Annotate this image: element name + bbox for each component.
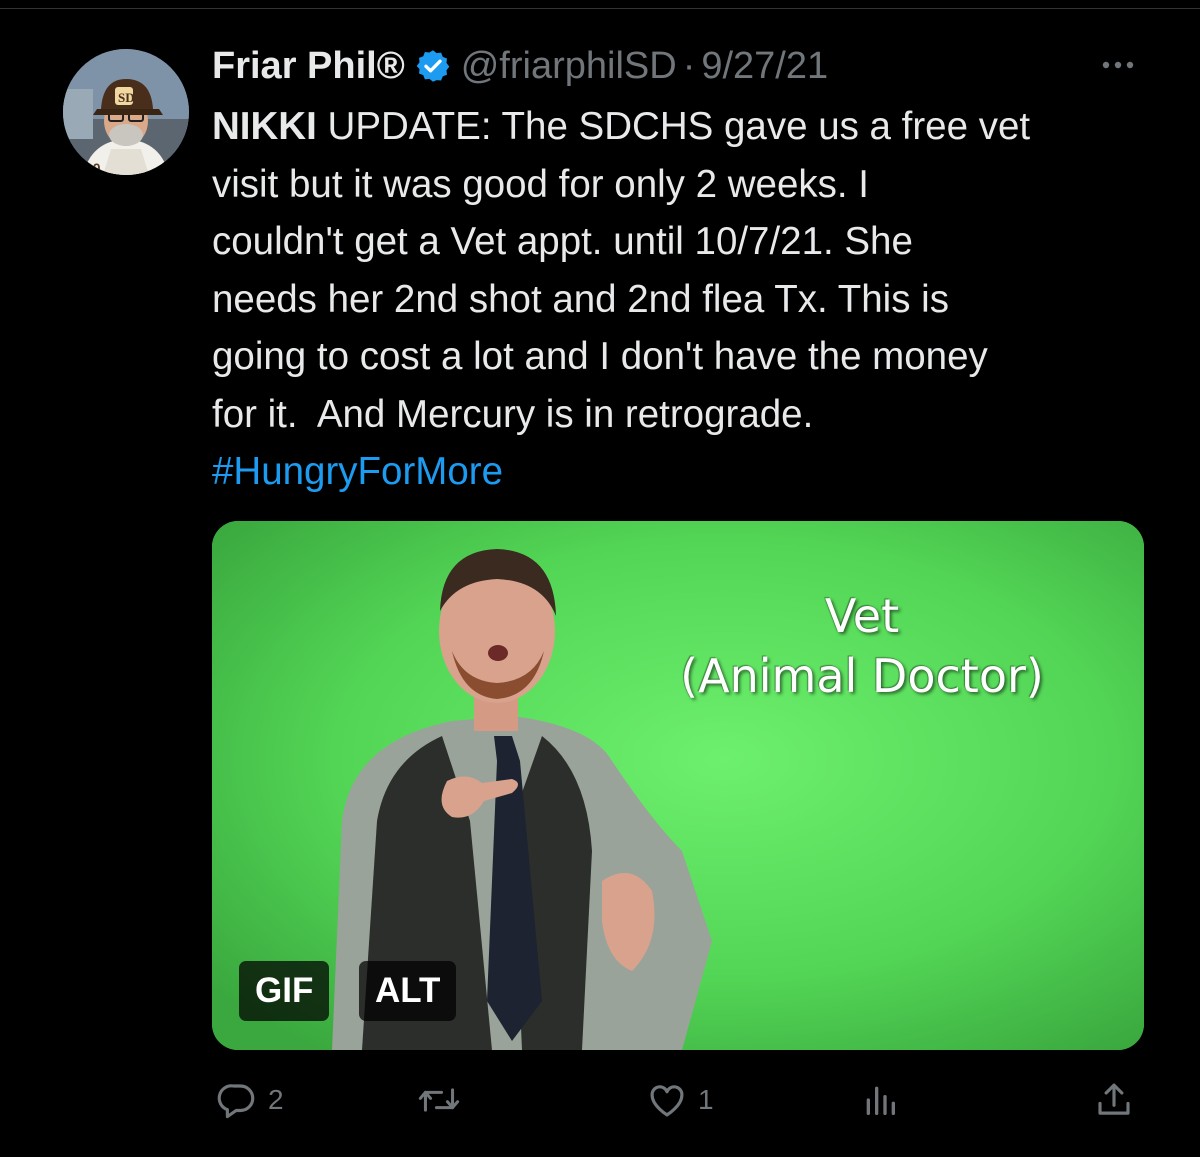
gif-media[interactable]: Vet (Animal Doctor) GIF ALT [212,521,1144,1050]
reply-button[interactable]: 2 [216,1075,284,1125]
share-icon [1093,1079,1135,1121]
reply-count: 2 [268,1084,284,1115]
more-icon[interactable] [1098,50,1138,80]
views-icon [860,1079,900,1121]
tweet-header: Friar Phil® @friarphilSD · 9/27/21 [212,38,828,94]
separator-dot: · [682,44,696,87]
svg-text:SD: SD [118,90,135,105]
like-count: 1 [698,1084,714,1115]
gif-caption-line2: (Animal Doctor) [680,649,1044,703]
svg-text:20: 20 [85,160,101,175]
tweet-text-body: UPDATE: The SDCHS gave us a free vet vis… [212,105,1031,436]
author-handle[interactable]: @friarphilSD [461,45,677,88]
retweet-icon [417,1079,461,1121]
tweet-text-bold: NIKKI [212,105,317,148]
gif-caption: Vet (Animal Doctor) [622,586,1102,706]
avatar[interactable]: 20 SD [63,49,189,175]
action-bar: 2 1 [212,1075,1144,1125]
views-button[interactable] [860,1075,910,1125]
tweet-text: NIKKI UPDATE: The SDCHS gave us a free v… [212,98,1157,501]
gif-badge[interactable]: GIF [239,961,330,1021]
heart-icon [646,1079,688,1121]
retweet-button[interactable] [417,1075,471,1125]
like-button[interactable]: 1 [646,1075,714,1125]
tweet-date[interactable]: 9/27/21 [701,45,828,88]
hashtag-link[interactable]: #HungryForMore [212,450,503,493]
top-divider [0,8,1200,9]
share-button[interactable] [1093,1075,1135,1125]
reply-icon [216,1079,258,1121]
alt-badge[interactable]: ALT [359,961,457,1021]
verified-icon [415,48,451,84]
author-display-name[interactable]: Friar Phil® [212,45,405,88]
gif-caption-line1: Vet [824,589,900,643]
